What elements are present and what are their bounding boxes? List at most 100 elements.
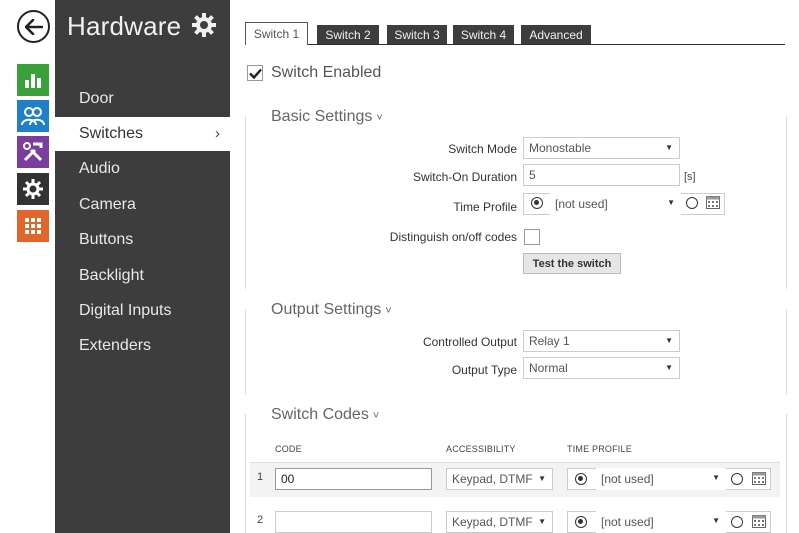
sidebar-item-label: Audio [79, 160, 120, 177]
select-value: Monostable [529, 141, 592, 155]
section-title: Basic Settings [271, 108, 373, 125]
services-icon[interactable] [17, 136, 49, 168]
select-value: Normal [529, 361, 568, 375]
sidebar-item-extenders[interactable]: Extenders [55, 329, 230, 363]
tab-switch-2[interactable]: Switch 2 [317, 25, 379, 44]
dropdown-arrow-icon: ▼ [665, 363, 673, 372]
output-type-label: Output Type [451, 363, 517, 377]
select-value: [not used] [601, 515, 654, 529]
output-settings-section: Output Settings ˅ [245, 301, 787, 395]
switch-enabled-label: Switch Enabled [271, 64, 382, 81]
time-profile-radio-on[interactable] [575, 516, 587, 528]
controlled-output-label: Controlled Output [422, 335, 517, 349]
gear-icon [191, 12, 217, 38]
dropdown-arrow-icon: ▼ [665, 143, 673, 152]
sidebar-item-label: Buttons [79, 231, 134, 248]
controlled-output-select[interactable]: Relay 1 ▼ [523, 330, 680, 352]
switch-enabled-row: Switch Enabled [247, 64, 381, 82]
sidebar-item-label: Extenders [79, 337, 152, 354]
switch-on-duration-input[interactable]: 5 [523, 164, 680, 186]
time-profile-select[interactable]: [not used] ▼ [550, 193, 681, 215]
time-profile-select[interactable]: [not used] ▼ [596, 511, 726, 533]
dropdown-arrow-icon: ▼ [665, 336, 673, 345]
icon-rail [0, 0, 55, 533]
accessibility-select[interactable]: Keypad, DTMF ▼ [446, 511, 553, 533]
sidebar-item-backlight[interactable]: Backlight [55, 259, 230, 293]
test-switch-button[interactable]: Test the switch [523, 253, 621, 274]
output-type-select[interactable]: Normal ▼ [523, 357, 680, 379]
sidebar-item-camera[interactable]: Camera [55, 188, 230, 222]
calendar-icon[interactable] [752, 515, 766, 528]
users-icon[interactable] [17, 100, 49, 132]
select-value: [not used] [601, 472, 654, 486]
sidebar-item-switches[interactable]: Switches › [55, 117, 230, 151]
switch-mode-label: Switch Mode [448, 142, 517, 156]
checkmark-icon [248, 68, 262, 79]
sidebar-item-label: Camera [79, 196, 136, 213]
sidebar-item-digital-inputs[interactable]: Digital Inputs [55, 294, 230, 328]
tab-advanced[interactable]: Advanced [521, 25, 591, 44]
sidebar-item-door[interactable]: Door [55, 82, 230, 116]
sidebar-item-label: Digital Inputs [79, 302, 172, 319]
switch-on-duration-label: Switch-On Duration [412, 170, 517, 184]
dropdown-arrow-icon: ▼ [667, 198, 675, 207]
time-profile-radio-off[interactable] [686, 197, 698, 209]
back-arrow-icon[interactable] [17, 10, 50, 43]
input-value: 00 [281, 472, 295, 486]
time-profile-select[interactable]: [not used] ▼ [596, 468, 726, 490]
sidebar-item-label: Switches [79, 125, 144, 142]
dropdown-arrow-icon: ▼ [712, 473, 720, 482]
hardware-sidebar: Hardware Door Switches › Audio Camera But… [55, 0, 230, 533]
row-number: 2 [257, 514, 264, 526]
hardware-icon[interactable] [17, 173, 49, 205]
column-header-time-profile: TIME PROFILE [567, 444, 632, 454]
switch-tabs: Switch 1 Switch 2 Switch 3 Switch 4 Adva… [245, 22, 785, 45]
select-value: Keypad, DTMF [452, 472, 533, 486]
time-profile-radio-off[interactable] [731, 473, 743, 485]
system-icon[interactable] [17, 210, 49, 242]
dropdown-arrow-icon: ▼ [538, 474, 546, 483]
tab-switch-4[interactable]: Switch 4 [453, 25, 514, 44]
accessibility-select[interactable]: Keypad, DTMF ▼ [446, 468, 553, 490]
time-profile-radio-on[interactable] [531, 197, 543, 209]
code-input[interactable]: 00 [275, 468, 432, 490]
chevron-down-icon: ˅ [376, 112, 383, 124]
distinguish-codes-label: Distinguish on/off codes [389, 230, 517, 244]
sidebar-item-audio[interactable]: Audio [55, 152, 230, 186]
select-value: Keypad, DTMF [452, 515, 533, 529]
input-value: 5 [529, 168, 536, 182]
calendar-icon[interactable] [752, 472, 766, 485]
switch-enabled-checkbox[interactable] [247, 65, 263, 81]
distinguish-codes-checkbox[interactable] [524, 229, 540, 245]
chevron-down-icon: ˅ [385, 305, 392, 317]
select-value: [not used] [555, 197, 608, 211]
sidebar-item-label: Door [79, 90, 114, 107]
status-icon[interactable] [17, 64, 49, 96]
time-profile-radio-on[interactable] [575, 473, 587, 485]
sidebar-title: Hardware [67, 11, 182, 41]
basic-settings-heading[interactable]: Basic Settings ˅ [271, 108, 383, 126]
sidebar-item-label: Backlight [79, 267, 144, 284]
switch-mode-select[interactable]: Monostable ▼ [523, 137, 680, 159]
time-profile-radio-off[interactable] [731, 516, 743, 528]
duration-unit: [s] [684, 171, 696, 183]
main-content: Switch 1 Switch 2 Switch 3 Switch 4 Adva… [230, 0, 799, 533]
output-settings-heading[interactable]: Output Settings ˅ [271, 301, 392, 319]
row-number: 1 [257, 471, 264, 483]
switch-codes-heading[interactable]: Switch Codes ˅ [271, 406, 379, 424]
dropdown-arrow-icon: ▼ [712, 516, 720, 525]
column-header-accessibility: ACCESSIBILITY [446, 444, 516, 454]
chevron-right-icon: › [215, 125, 220, 142]
sidebar-item-buttons[interactable]: Buttons [55, 223, 230, 257]
tab-switch-3[interactable]: Switch 3 [387, 25, 447, 44]
select-value: Relay 1 [529, 334, 570, 348]
section-title: Switch Codes [271, 406, 369, 423]
section-title: Output Settings [271, 301, 382, 318]
code-input[interactable] [275, 511, 432, 533]
chevron-down-icon: ˅ [372, 410, 380, 422]
time-profile-label: Time Profile [453, 200, 517, 214]
tab-switch-1[interactable]: Switch 1 [245, 22, 308, 45]
calendar-icon[interactable] [706, 196, 720, 209]
dropdown-arrow-icon: ▼ [538, 517, 546, 526]
column-header-code: CODE [275, 444, 302, 454]
